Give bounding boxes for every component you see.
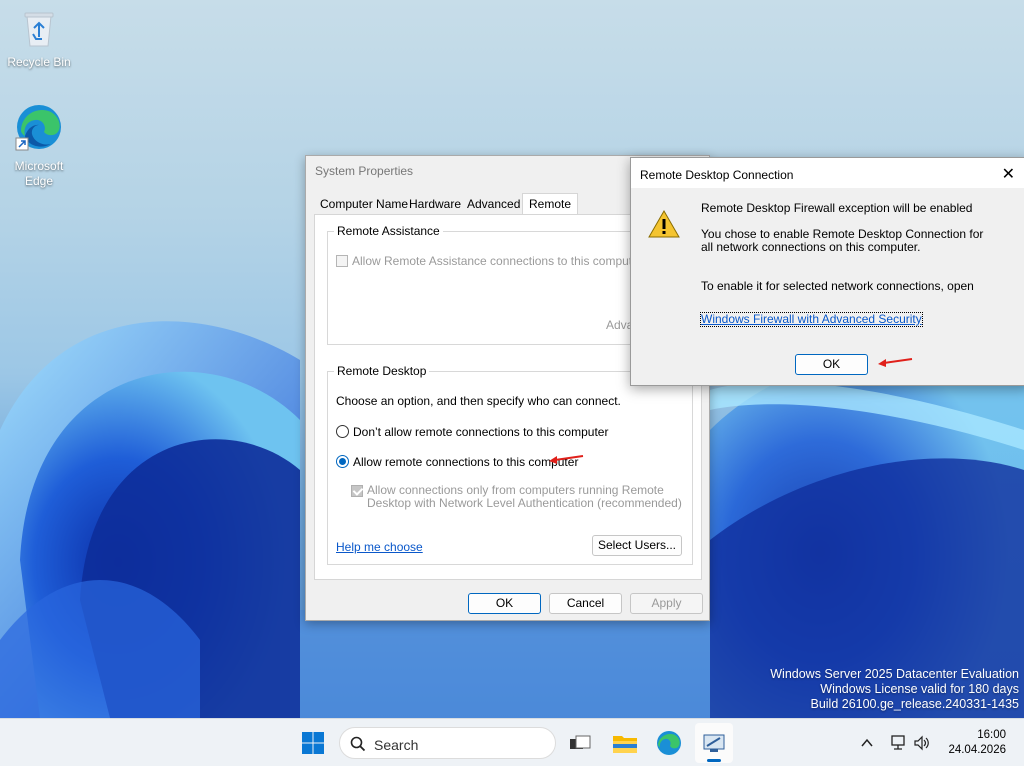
remote-assistance-legend: Remote Assistance <box>334 224 443 238</box>
radio-allow[interactable]: Allow remote connections to this compute… <box>336 455 578 469</box>
recycle-bin-shortcut[interactable]: Recycle Bin <box>1 8 77 70</box>
evaluation-watermark: Windows Server 2025 Datacenter Evaluatio… <box>770 667 1019 711</box>
rdc-ok-button[interactable]: OK <box>795 354 868 375</box>
nla-checkbox-box[interactable] <box>351 485 363 497</box>
warning-icon <box>648 210 680 238</box>
edge-taskbar-icon[interactable] <box>653 727 685 759</box>
rdp-app-active[interactable] <box>695 723 733 763</box>
edge-shortcut[interactable]: Microsoft Edge <box>1 102 77 189</box>
file-explorer-icon[interactable] <box>609 727 641 759</box>
recycle-bin-icon <box>24 12 54 47</box>
remote-desktop-instruction: Choose an option, and then specify who c… <box>336 394 621 408</box>
annotation-arrow-ok <box>878 358 913 367</box>
taskbar: Search 16:00 24.04.2026 <box>0 718 1024 766</box>
network-icon[interactable] <box>890 734 908 752</box>
window-title: System Properties <box>315 164 414 178</box>
rdc-title: Remote Desktop Connection <box>640 168 794 182</box>
edge-icon <box>15 105 61 151</box>
search-placeholder: Search <box>374 737 419 753</box>
rdc-body-1: You chose to enable Remote Desktop Conne… <box>701 227 984 254</box>
allow-remote-assistance-checkbox[interactable]: Allow Remote Assistance connections to t… <box>336 254 643 268</box>
tab-hardware[interactable]: Hardware <box>409 197 461 215</box>
help-me-choose-link[interactable]: Help me choose <box>336 540 423 554</box>
annotation-arrow-allow <box>549 455 584 464</box>
rdc-firewall-dialog: Remote Desktop Connection ✕ Remote Deskt… <box>630 157 1024 386</box>
nla-checkbox[interactable]: Allow connections only from computers ru… <box>351 484 682 510</box>
tab-computer-name[interactable]: Computer Name <box>320 197 408 215</box>
cancel-button[interactable]: Cancel <box>549 593 622 614</box>
apply-button[interactable]: Apply <box>630 593 703 614</box>
taskbar-search-box[interactable]: Search <box>339 727 556 759</box>
ok-button[interactable]: OK <box>468 593 541 614</box>
firewall-advanced-security-link[interactable]: Windows Firewall with Advanced Security <box>700 312 923 327</box>
volume-icon[interactable] <box>913 734 931 752</box>
active-indicator <box>707 759 721 762</box>
rdc-heading: Remote Desktop Firewall exception will b… <box>701 201 973 215</box>
clock-date: 24.04.2026 <box>948 744 1006 756</box>
edge-label: Microsoft Edge <box>14 159 64 188</box>
remote-desktop-icon <box>703 734 725 752</box>
clock-time: 16:00 <box>977 729 1006 741</box>
close-icon[interactable]: ✕ <box>1002 164 1015 184</box>
system-clock[interactable]: 16:00 24.04.2026 <box>948 728 1006 758</box>
tab-advanced[interactable]: Advanced <box>467 197 520 215</box>
chevron-up-icon[interactable] <box>860 736 874 750</box>
remote-desktop-legend: Remote Desktop <box>334 364 430 378</box>
radio-dont-allow-circle[interactable] <box>336 425 349 438</box>
radio-dont-allow[interactable]: Don’t allow remote connections to this c… <box>336 425 608 439</box>
radio-allow-circle[interactable] <box>336 455 349 468</box>
start-icon[interactable] <box>297 727 329 759</box>
select-users-button[interactable]: Select Users... <box>592 535 682 556</box>
search-icon <box>350 736 366 752</box>
tab-remote[interactable]: Remote <box>522 193 579 215</box>
remote-assistance-checkbox-box[interactable] <box>336 255 348 267</box>
remote-desktop-group: Remote Desktop Choose an option, and the… <box>327 364 693 565</box>
task-view-icon[interactable] <box>564 727 596 759</box>
rdc-body-2: To enable it for selected network connec… <box>701 279 974 293</box>
recycle-bin-label: Recycle Bin <box>7 55 71 69</box>
